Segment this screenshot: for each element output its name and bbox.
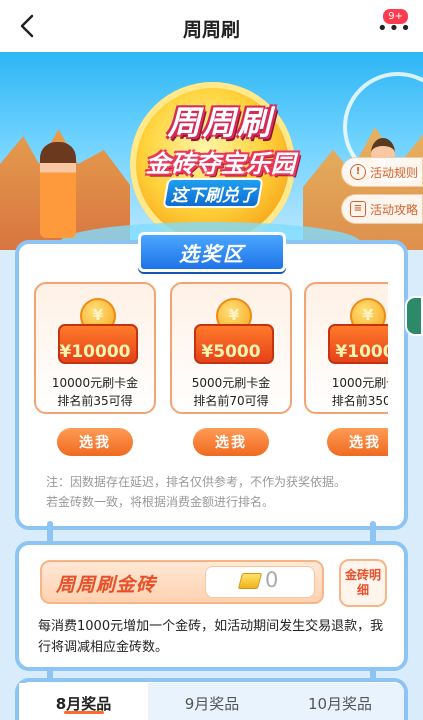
prize-note-line: 若金砖数一致，将根据消费金额进行排名。 bbox=[46, 495, 275, 509]
girl-character bbox=[40, 142, 76, 238]
exclamation-icon: ! bbox=[350, 164, 366, 180]
gold-brick-count-box bbox=[205, 566, 315, 598]
prize-card: ¥5000 5000元刷卡金 排名前70可得 bbox=[170, 282, 292, 414]
gold-brick-rule: 每消费1000元增加一个金砖，如活动期间发生交易退款，我行将调减相应金砖数。 bbox=[38, 619, 384, 655]
tab-october[interactable]: 10月奖品 bbox=[276, 683, 404, 720]
activity-guide-label: 活动攻略 bbox=[370, 202, 419, 217]
tab-august[interactable]: 8月奖品 bbox=[19, 683, 148, 720]
notification-badge: 9+ bbox=[382, 8, 409, 25]
hero-ribbon: 这下刷兑了 bbox=[162, 178, 264, 208]
document-icon: ≡ bbox=[350, 201, 366, 217]
gold-brick-detail-button[interactable]: 金砖明细 bbox=[339, 559, 387, 607]
activity-guide-button[interactable]: ≡ 活动攻略 bbox=[341, 194, 423, 224]
prize-rank: 排名前70可得 bbox=[193, 394, 269, 408]
gold-brick-label: 周周刷金砖 bbox=[56, 574, 157, 596]
floating-service-avatar[interactable] bbox=[405, 296, 423, 336]
more-menu-button[interactable]: ••• 9+ bbox=[377, 8, 411, 38]
prize-amount: ¥5000 bbox=[201, 342, 261, 362]
prize-card: ¥10000 10000元刷卡金 排名前35可得 bbox=[34, 282, 156, 414]
select-prize-button[interactable]: 选我 bbox=[193, 428, 269, 456]
prize-rank: 排名前35可得 bbox=[57, 394, 133, 408]
select-prize-button[interactable]: 选我 bbox=[57, 428, 133, 456]
more-dots-icon: ••• bbox=[377, 18, 412, 39]
prize-card: ¥1000 1000元刷卡 排名前3500 bbox=[304, 282, 388, 414]
prize-amount: ¥10000 bbox=[59, 342, 131, 362]
hero-ribbon-text: 这下刷兑了 bbox=[170, 185, 256, 206]
activity-rules-button[interactable]: ! 活动规则 bbox=[341, 157, 423, 187]
prize-amount: ¥1000 bbox=[335, 342, 388, 362]
prize-note-line: 注：因数据存在延迟，排名仅供参考，不作为获奖依据。 bbox=[46, 475, 347, 489]
prize-carousel[interactable]: ¥10000 10000元刷卡金 排名前35可得 选我 ¥5000 5000元刷… bbox=[34, 282, 388, 462]
prize-name: 1000元刷卡 bbox=[331, 376, 388, 390]
prize-note: 注：因数据存在延迟，排名仅供参考，不作为获奖依据。 若金砖数一致，将根据消费金额… bbox=[46, 472, 386, 512]
hero-logo-title: 周周刷 bbox=[167, 103, 273, 142]
select-prize-button[interactable]: 选我 bbox=[327, 428, 388, 456]
prize-name: 10000元刷卡金 bbox=[51, 376, 139, 390]
prize-rank: 排名前3500 bbox=[331, 394, 388, 408]
prize-name: 5000元刷卡金 bbox=[191, 376, 271, 390]
top-nav-bar: 周周刷 ••• 9+ bbox=[0, 0, 423, 52]
prize-zone-title: 选奖区 bbox=[138, 232, 286, 272]
hero-logo-subtitle: 金砖夺宝乐园 bbox=[146, 150, 296, 178]
tab-september[interactable]: 9月奖品 bbox=[148, 683, 276, 720]
activity-rules-label: 活动规则 bbox=[370, 165, 419, 180]
gold-brick-icon bbox=[237, 573, 263, 589]
gold-brick-count: 0 bbox=[265, 568, 279, 592]
active-tab-underline bbox=[64, 711, 104, 714]
page-title: 周周刷 bbox=[182, 19, 240, 41]
